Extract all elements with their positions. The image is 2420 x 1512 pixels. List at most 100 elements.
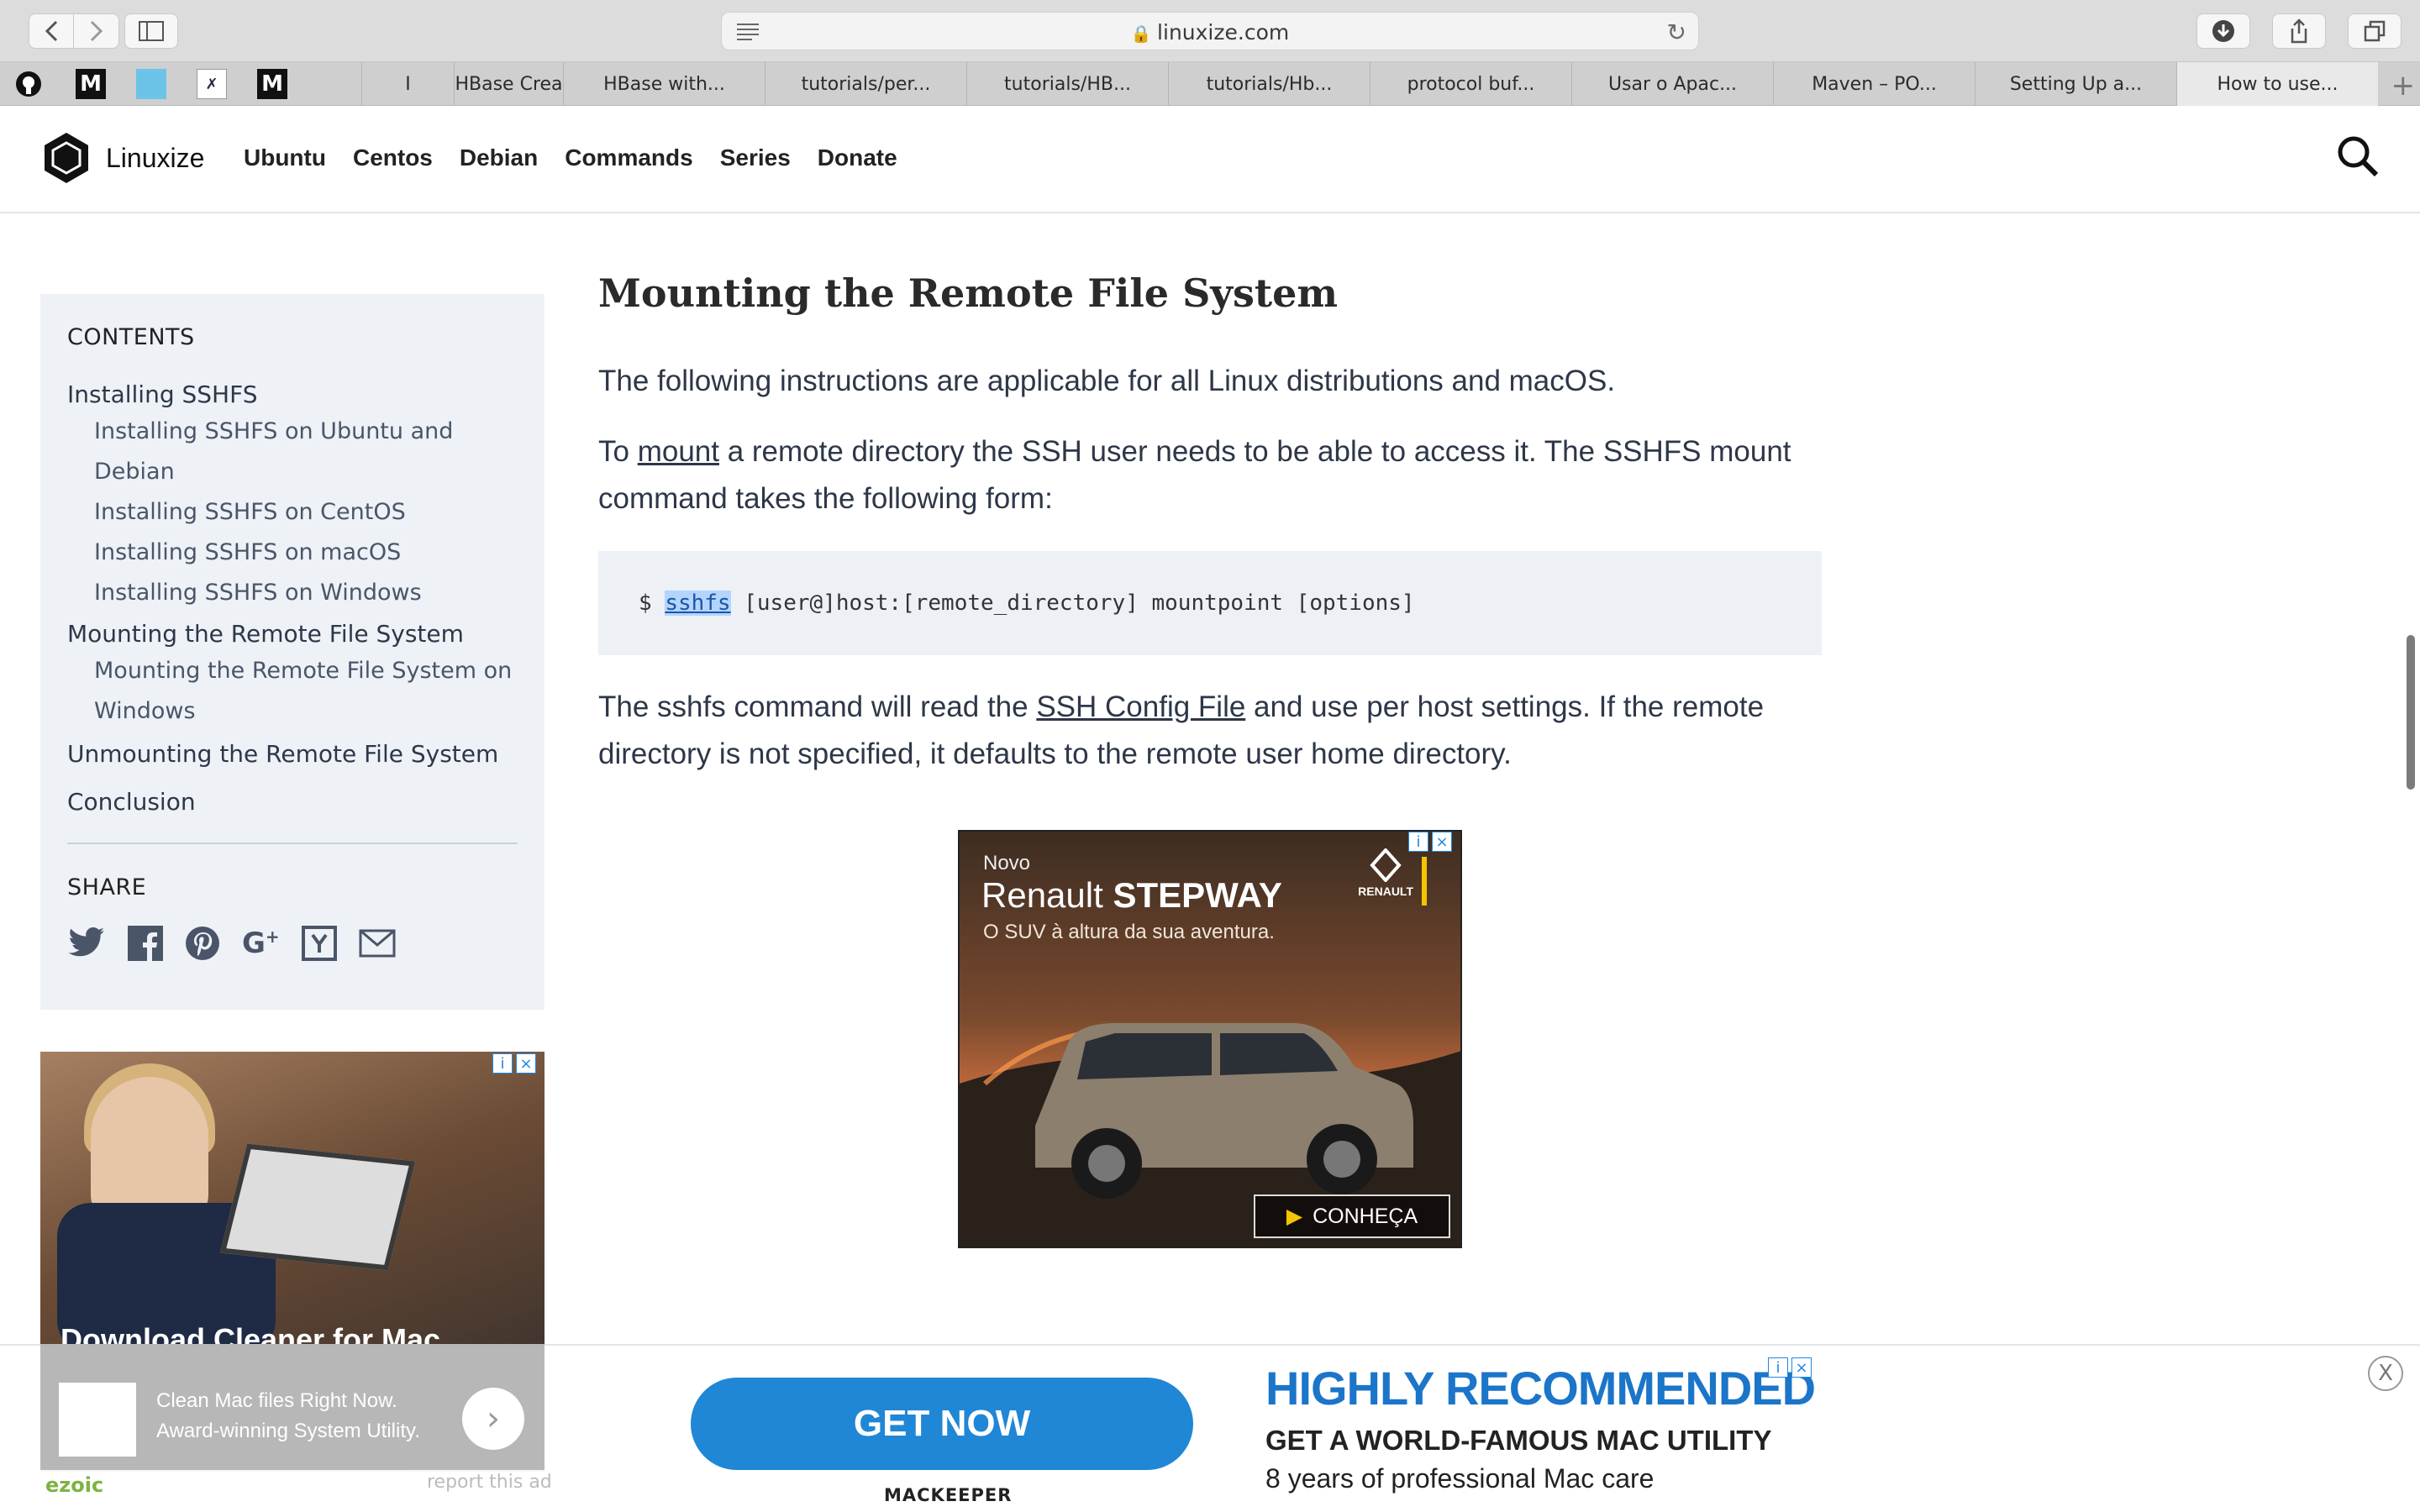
advertisement-renault[interactable]: Novo Renault STEPWAY O SUV à altura da s…: [958, 830, 1462, 1248]
github-icon[interactable]: [13, 69, 44, 99]
toc-item[interactable]: Mounting the Remote File System: [67, 620, 518, 648]
sidebar-icon: [139, 21, 164, 41]
tab-label: protocol buf...: [1407, 73, 1535, 95]
medium-icon-label: M: [261, 71, 283, 97]
toc-item[interactable]: Installing SSHFS: [67, 381, 518, 408]
download-icon: [2212, 20, 2234, 42]
toc-subitem[interactable]: Installing SSHFS on macOS: [94, 533, 518, 573]
ad-info-icon[interactable]: i: [1408, 832, 1428, 852]
tab[interactable]: HBase Crea: [454, 62, 563, 106]
ad-side-line1: Clean Mac files Right Now.: [156, 1389, 397, 1412]
article-content: Mounting the Remote File System The foll…: [598, 270, 1822, 778]
forward-button[interactable]: [74, 13, 119, 49]
ezoic-logo[interactable]: ezoic: [45, 1473, 103, 1497]
chevron-right-icon[interactable]: ›: [462, 1388, 524, 1450]
new-tab-button[interactable]: +: [2391, 69, 2416, 102]
page-scrollbar[interactable]: [2407, 635, 2415, 790]
ad-conheca-button[interactable]: ▶ CONHEÇA: [1254, 1194, 1450, 1238]
tab-label: Usar o Apac...: [1607, 73, 1738, 95]
tab[interactable]: Maven – PO...: [1773, 62, 1975, 106]
search-icon[interactable]: [2336, 134, 2380, 181]
logo-text: Linuxize: [106, 142, 205, 173]
tab-label: Maven – PO...: [1812, 73, 1937, 95]
share-icon: [2291, 18, 2307, 44]
history-buttons: [29, 13, 119, 49]
link-icon[interactable]: ✗: [197, 69, 227, 99]
section-heading: Mounting the Remote File System: [598, 270, 1339, 316]
get-now-button[interactable]: GET NOW: [691, 1378, 1193, 1470]
site-logo[interactable]: Linuxize: [42, 131, 204, 185]
ad-brand-bold: STEPWAY: [1113, 875, 1282, 915]
advertisement-cleaner-footer[interactable]: Clean Mac files Right Now. Award-winning…: [40, 1344, 544, 1470]
reload-icon[interactable]: ↻: [1667, 18, 1686, 46]
tab[interactable]: protocol buf...: [1370, 62, 1571, 106]
browser-toolbar: 🔒 linuxize.com ↻: [0, 0, 2420, 62]
paragraph-text: The sshfs command will read the: [598, 690, 1037, 723]
nav-link-ubuntu[interactable]: Ubuntu: [244, 144, 326, 171]
code-block[interactable]: $ sshfs [user@]host:[remote_directory] m…: [598, 551, 1822, 655]
hacker-news-icon[interactable]: [301, 926, 337, 961]
email-icon[interactable]: [359, 929, 396, 958]
paragraph: The following instructions are applicabl…: [598, 358, 1822, 405]
nav-link-debian[interactable]: Debian: [460, 144, 538, 171]
close-ad-overlay-button[interactable]: X: [2368, 1356, 2403, 1391]
tab[interactable]: Usar o Apac...: [1571, 62, 1773, 106]
facebook-icon[interactable]: [128, 926, 163, 961]
toc-item[interactable]: Unmounting the Remote File System: [67, 740, 518, 768]
tab[interactable]: I: [361, 62, 454, 106]
share-button[interactable]: [2272, 13, 2326, 49]
downloads-button[interactable]: [2196, 13, 2250, 49]
site-header: Linuxize Ubuntu Centos Debian Commands S…: [0, 106, 2420, 213]
toc-subitem[interactable]: Installing SSHFS on CentOS: [94, 492, 518, 533]
nav-link-donate[interactable]: Donate: [818, 144, 897, 171]
toc-divider: [67, 843, 518, 844]
mackeeper-brand: MACKEEPER: [884, 1485, 1013, 1505]
tab-bar: M ✗ M I HBase Crea HBase with... tutoria…: [0, 62, 2420, 106]
sidebar-toggle-button[interactable]: [124, 13, 178, 49]
tab-active[interactable]: How to use...: [2176, 62, 2378, 106]
tab[interactable]: tutorials/HB...: [966, 62, 1168, 106]
nav-link-commands[interactable]: Commands: [565, 144, 692, 171]
nav-link-series[interactable]: Series: [720, 144, 791, 171]
medium-icon[interactable]: M: [257, 69, 287, 99]
ad-controls: i ×: [492, 1053, 536, 1074]
toc-subitem[interactable]: Windows: [94, 691, 518, 732]
tab-overview-button[interactable]: [2348, 13, 2402, 49]
pinterest-icon[interactable]: [185, 926, 220, 961]
ad-info-icon[interactable]: i: [1768, 1357, 1788, 1378]
share-heading: SHARE: [67, 874, 147, 900]
nav-link-centos[interactable]: Centos: [353, 144, 433, 171]
ssh-config-link[interactable]: SSH Config File: [1036, 690, 1245, 723]
tab[interactable]: tutorials/per...: [765, 62, 966, 106]
back-button[interactable]: [29, 13, 74, 49]
google-plus-icon[interactable]: G +: [242, 927, 280, 960]
medium-icon[interactable]: M: [76, 69, 106, 99]
tab-label: tutorials/per...: [801, 73, 931, 95]
ad-headline: HIGHLY RECOMMENDED: [1265, 1362, 1816, 1415]
ad-close-icon[interactable]: ×: [1432, 832, 1452, 852]
tab[interactable]: Setting Up a...: [1975, 62, 2176, 106]
address-bar[interactable]: 🔒 linuxize.com ↻: [721, 12, 1699, 50]
report-ad-link[interactable]: report this ad: [427, 1472, 552, 1493]
medium-icon-label: M: [80, 71, 102, 97]
tab-label: tutorials/Hb...: [1206, 73, 1333, 95]
twitter-icon[interactable]: [67, 927, 106, 960]
mount-link[interactable]: mount: [638, 435, 719, 468]
tab[interactable]: tutorials/Hb...: [1168, 62, 1370, 106]
ad-cta-label: CONHEÇA: [1313, 1204, 1418, 1228]
renault-logo-text: RENAULT: [1358, 885, 1413, 898]
ad-laptop-illustration: [219, 1143, 416, 1271]
ad-description: 8 years of professional Mac care: [1265, 1463, 1655, 1494]
tab-app-icon[interactable]: [136, 69, 166, 99]
url-value: linuxize.com: [1157, 20, 1290, 45]
linuxize-logo-icon: [45, 133, 88, 183]
toc-subitem[interactable]: Installing SSHFS on Windows: [94, 573, 518, 613]
ad-close-icon[interactable]: ×: [516, 1053, 536, 1074]
ad-close-icon[interactable]: ×: [1791, 1357, 1812, 1378]
toc-item[interactable]: Conclusion: [67, 788, 518, 816]
toc-subitem[interactable]: Mounting the Remote File System on: [94, 651, 518, 691]
paragraph-text: To: [598, 435, 638, 468]
ad-info-icon[interactable]: i: [492, 1053, 513, 1074]
toc-subitem[interactable]: Installing SSHFS on Ubuntu and Debian: [94, 412, 518, 492]
tab[interactable]: HBase with...: [563, 62, 765, 106]
